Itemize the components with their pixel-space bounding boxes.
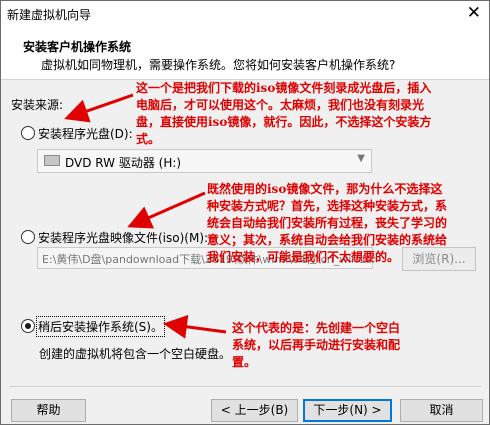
radio-installer-disc-label[interactable]: 安装程序光盘(D): — [38, 125, 133, 142]
radio-installer-disc[interactable] — [21, 126, 35, 140]
next-button[interactable]: 下一步(N) > — [303, 399, 392, 422]
help-button[interactable]: 帮助 — [11, 399, 86, 422]
drive-select-value: DVD RW 驱动器 (H:) — [65, 156, 182, 170]
install-later-description: 创建的虚拟机将包含一个空白硬盘。 — [39, 347, 232, 361]
install-source-label: 安装来源: — [11, 98, 64, 112]
page-subtitle: 虚拟机如同物理机，需要操作系统。您将如何安装客户机操作系统? — [41, 58, 396, 72]
back-button[interactable]: < 上一步(B) — [211, 399, 298, 422]
annotation-note-later: 这个代表的是：先创建一个空白系统，以后再手动进行安装和配置。 — [232, 321, 401, 369]
radio-iso-image[interactable] — [21, 230, 35, 244]
radio-install-later-label[interactable]: 稍后安装操作系统(S)。 — [36, 316, 165, 337]
window-title: 新建虚拟机向导 — [7, 8, 92, 22]
cancel-button[interactable]: 取消 — [400, 399, 483, 422]
optical-drive-icon — [44, 155, 60, 166]
close-icon[interactable]: ✕ — [467, 3, 481, 23]
title-bar: 新建虚拟机向导 ✕ — [1, 1, 489, 27]
annotation-note-iso: 既然使用的iso镜像文件，那为什么不选择这种安装方式呢？首先，选择这种安装方式，… — [207, 182, 448, 264]
page-title: 安装客户机操作系统 — [23, 40, 132, 54]
chevron-down-icon: ▼ — [357, 153, 365, 164]
drive-select: DVD RW 驱动器 (H:) ▼ — [37, 149, 372, 173]
footer-divider — [9, 386, 481, 387]
annotation-note-disc: 这一个是把我们下载的iso镜像文件刻录成光盘后，插入电脑后，才可以使用这个。太麻… — [136, 81, 432, 146]
radio-iso-image-label[interactable]: 安装程序光盘映像文件(iso)(M): — [38, 229, 208, 246]
wizard-header: 安装客户机操作系统 虚拟机如同物理机，需要操作系统。您将如何安装客户机操作系统? — [1, 27, 489, 80]
radio-install-later[interactable] — [21, 319, 35, 333]
